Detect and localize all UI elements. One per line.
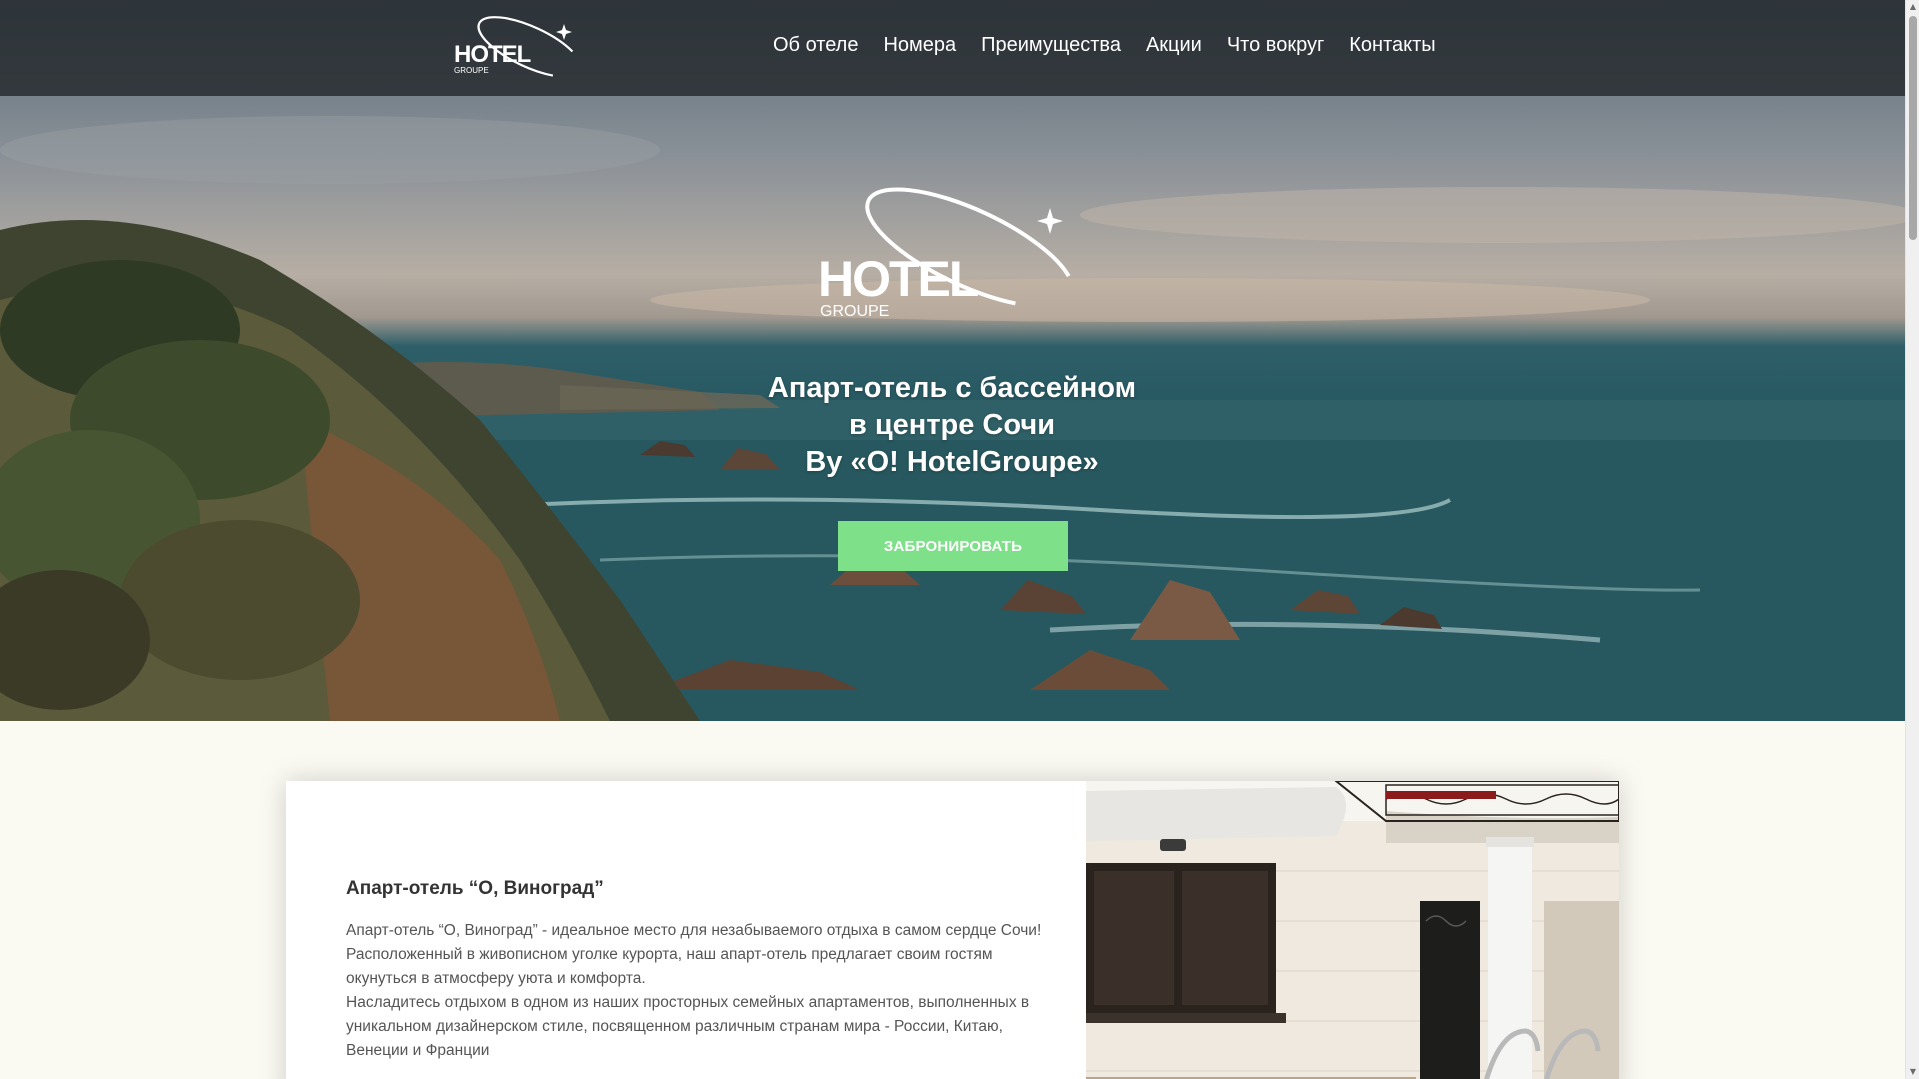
- hotel-groupe-logo-icon[interactable]: HOTEL GROUPE: [452, 14, 586, 80]
- hotel-facade-image: [1086, 781, 1619, 1079]
- nav-item-promotions[interactable]: Акции: [1146, 34, 1202, 57]
- nav-item-nearby[interactable]: Что вокруг: [1227, 34, 1324, 57]
- svg-text:GROUPE: GROUPE: [454, 66, 489, 75]
- about-hotel-card: Апарт-отель “О, Виноград” Апарт-отель “О…: [286, 781, 1619, 1079]
- about-paragraph-1: Апарт-отель “О, Виноград” - идеальное ме…: [346, 922, 1042, 987]
- nav-item-advantages[interactable]: Преимущества: [981, 34, 1121, 57]
- page-scrollbar[interactable]: ▲ ▼: [1905, 0, 1919, 1079]
- hero-logo-icon: HOTEL GROUPE: [818, 187, 1075, 320]
- book-button[interactable]: ЗАБРОНИРОВАТЬ: [838, 521, 1068, 571]
- scrollbar-thumb[interactable]: [1909, 16, 1917, 240]
- nav-item-rooms[interactable]: Номера: [883, 34, 956, 57]
- svg-text:HOTEL: HOTEL: [454, 41, 531, 68]
- hero-title: Апарт-отель с бассейном в центре Сочи By…: [652, 370, 1252, 481]
- svg-text:GROUPE: GROUPE: [820, 303, 889, 320]
- scroll-down-arrow-icon[interactable]: ▼: [1906, 1065, 1919, 1079]
- about-text-block: Апарт-отель “О, Виноград” Апарт-отель “О…: [346, 878, 1046, 1063]
- main-menu: Об отеле Номера Преимущества Акции Что в…: [773, 34, 1436, 57]
- about-paragraph-2: Насладитесь отдыхом в одном из наших про…: [346, 994, 1030, 1059]
- hotel-facade-photo: [1086, 781, 1619, 1079]
- hero-title-line-1: Апарт-отель с бассейном: [767, 372, 1137, 404]
- svg-text:HOTEL: HOTEL: [818, 251, 978, 307]
- nav-item-contacts[interactable]: Контакты: [1349, 34, 1435, 57]
- about-title: Апарт-отель “О, Виноград”: [346, 878, 604, 899]
- hero-section: HOTEL GROUPE Об отеле Номера Преимуществ…: [0, 0, 1905, 721]
- hero-title-line-2: в центре Сочи: [848, 409, 1056, 441]
- top-navigation-bar: HOTEL GROUPE Об отеле Номера Преимуществ…: [0, 0, 1905, 96]
- scroll-up-arrow-icon[interactable]: ▲: [1906, 0, 1919, 14]
- hero-title-line-3: By «O! HotelGroupe»: [805, 446, 1099, 478]
- coastline-photo: [0, 116, 1905, 721]
- nav-item-about[interactable]: Об отеле: [773, 34, 858, 57]
